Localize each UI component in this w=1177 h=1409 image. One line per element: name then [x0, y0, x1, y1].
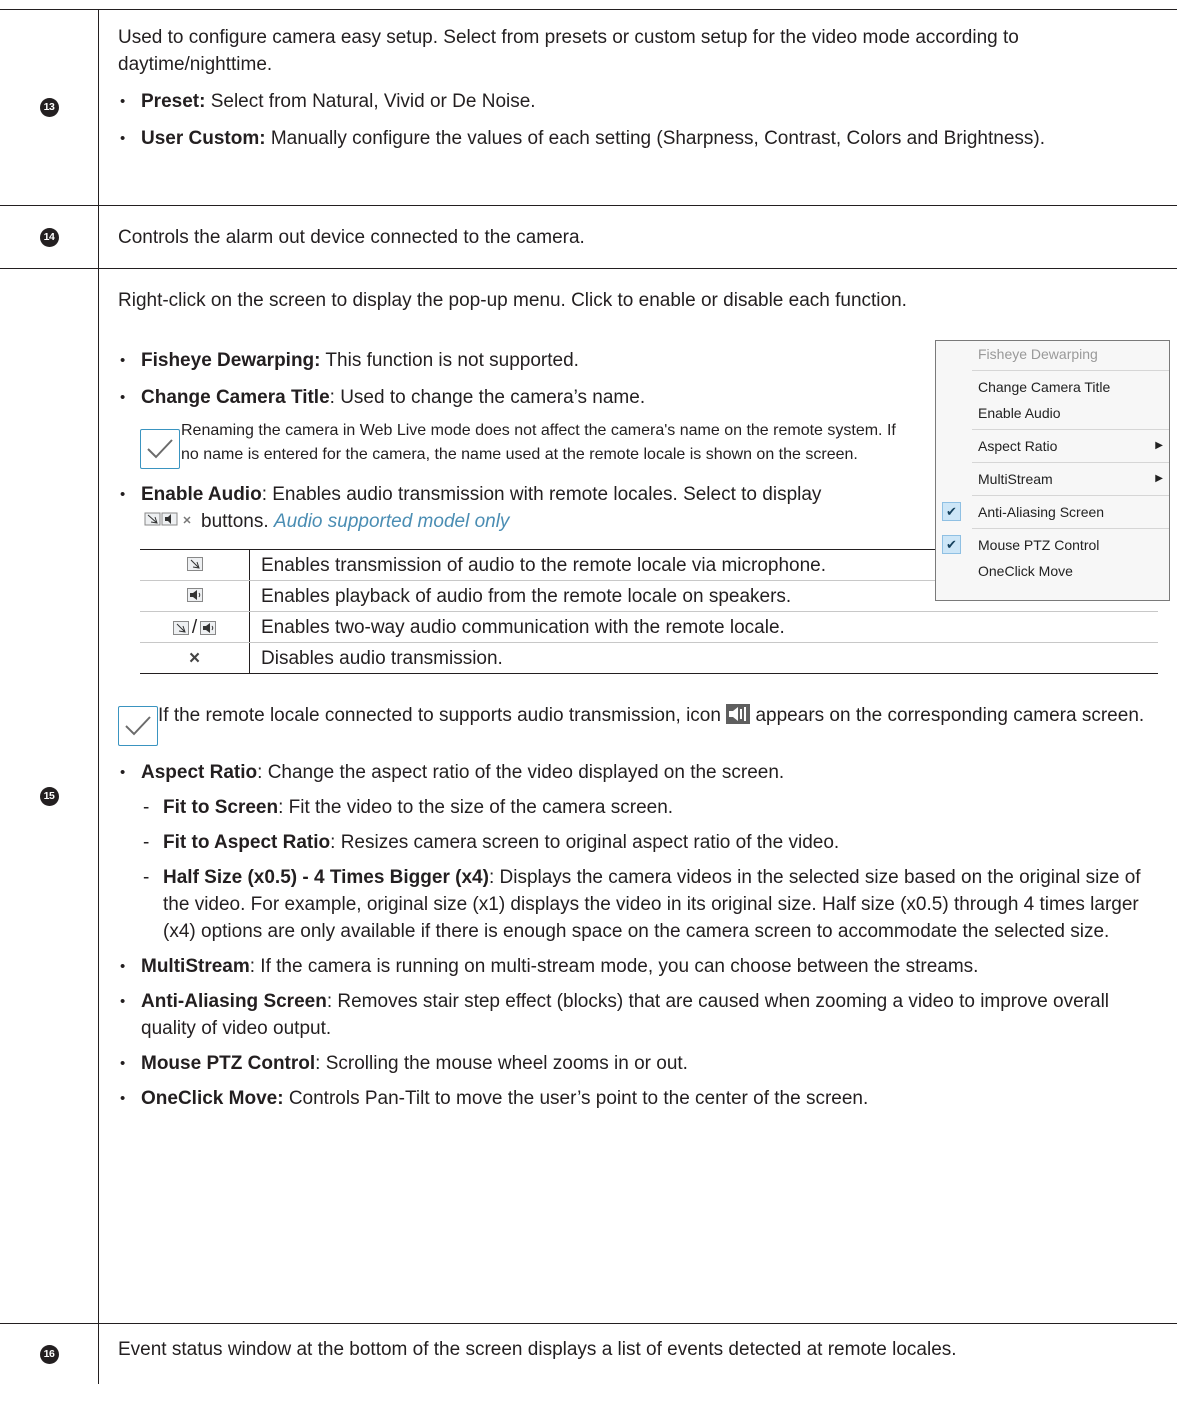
table-row: 14 Controls the alarm out device connect… [0, 206, 1177, 269]
bullet-term: Fit to Screen [163, 797, 279, 819]
microphone-icon [140, 549, 250, 582]
row-text: Controls the alarm out device connected … [118, 226, 585, 248]
feature-table: 13 Used to configure camera easy setup. … [0, 9, 1177, 1384]
bullet-mouse-ptz: Mouse PTZ Control: Scrolling the mouse w… [118, 1050, 1159, 1077]
check-icon: ✔ [942, 502, 961, 521]
bullet-text: : Fit the video to the size of the camer… [278, 797, 674, 819]
bullet-term: Fisheye Dewarping: [141, 350, 321, 371]
row-content: Used to configure camera easy setup. Sel… [99, 10, 1177, 205]
menu-item-aspect-ratio: Aspect Ratio ▶ [936, 433, 1169, 459]
row-number-badge: 13 [39, 98, 59, 117]
bullet-text: buttons. [201, 511, 269, 532]
bullet-term: User Custom: [141, 128, 266, 149]
audio-speaker-icon [726, 704, 751, 725]
bullet-term: Aspect Ratio [141, 762, 258, 784]
row-number-badge: 15 [39, 786, 59, 806]
table-row: 13 Used to configure camera easy setup. … [0, 10, 1177, 206]
row-content: Right-click on the screen to display the… [99, 269, 1177, 1323]
table-row: 15 Right-click on the screen to display … [0, 269, 1177, 1324]
menu-item-label: OneClick Move [978, 563, 1073, 579]
audio-buttons-illustration [144, 508, 198, 535]
menu-item-anti-aliasing: ✔ Anti-Aliasing Screen [936, 499, 1169, 525]
bullet-text: : Resizes camera screen to original aspe… [330, 832, 840, 854]
sub-bullet-fit-aspect: Fit to Aspect Ratio: Resizes camera scre… [118, 829, 1159, 856]
slash-separator: / [191, 616, 198, 638]
menu-separator [972, 462, 1169, 463]
note-rename: Renaming the camera in Web Live mode doe… [140, 419, 903, 469]
table-cell: Disables audio transmission. [261, 647, 503, 669]
row-text: Event status window at the bottom of the… [118, 1339, 957, 1360]
row-number-cell: 14 [0, 206, 99, 268]
bullet-text: : Change the aspect ratio of the video d… [257, 762, 785, 784]
row-content: Controls the alarm out device connected … [99, 206, 1177, 268]
bullet-aspect-ratio: Aspect Ratio: Change the aspect ratio of… [118, 759, 1159, 786]
menu-separator [972, 429, 1169, 430]
bullet-term: Change Camera Title [141, 387, 330, 408]
note-text: Renaming the camera in Web Live mode doe… [181, 422, 896, 463]
bullet-term: OneClick Move: [141, 1088, 284, 1110]
note-text: If the remote locale connected to suppor… [158, 702, 1159, 729]
bullet-term: Anti-Aliasing Screen [141, 991, 327, 1013]
bullet-user-custom: User Custom: Manually configure the valu… [118, 125, 1159, 152]
bullet-oneclick: OneClick Move: Controls Pan-Tilt to move… [118, 1085, 1159, 1112]
model-note: Audio supported model only [273, 511, 510, 532]
check-icon: ✔ [942, 535, 961, 554]
menu-item-label: MultiStream [978, 471, 1053, 487]
bullet-text: This function is not supported. [320, 350, 579, 371]
row-content: Event status window at the bottom of the… [99, 1324, 1177, 1384]
menu-item-mouse-ptz: ✔ Mouse PTZ Control [936, 532, 1169, 558]
bullet-text: : Enables audio transmission with remote… [261, 484, 822, 505]
menu-item-oneclick: OneClick Move [936, 558, 1169, 584]
menu-item-label: Aspect Ratio [978, 438, 1058, 454]
row-number-badge: 14 [39, 227, 59, 247]
microphone-speaker-icon: / [140, 611, 250, 644]
table-row: / Enables two-way audio communication wi… [140, 611, 1158, 644]
bullet-term: Preset: [141, 91, 206, 112]
note-audio-icon: If the remote locale connected to suppor… [118, 702, 1159, 747]
check-note-icon [140, 429, 180, 469]
menu-separator [972, 495, 1169, 496]
bullet-fisheye: Fisheye Dewarping: This function is not … [118, 347, 1159, 374]
table-row: 16 Event status window at the bottom of … [0, 1324, 1177, 1384]
submenu-arrow-icon: ▶ [1155, 473, 1163, 484]
bullet-text: Controls Pan-Tilt to move the user’s poi… [283, 1088, 869, 1110]
bullet-text: : Used to change the camera’s name. [329, 387, 646, 408]
speaker-icon [140, 580, 250, 613]
check-note-icon [118, 706, 158, 747]
bullet-term: Mouse PTZ Control [141, 1053, 316, 1075]
bullet-preset: Preset: Select from Natural, Vivid or De… [118, 88, 1159, 115]
bullet-term: Half Size (x0.5) - 4 Times Bigger (x4) [163, 867, 489, 889]
row-number-cell: 15 [0, 269, 99, 1323]
bullet-text: Manually configure the values of each se… [265, 128, 1045, 149]
menu-item-label: Mouse PTZ Control [978, 537, 1100, 553]
submenu-arrow-icon: ▶ [1155, 440, 1163, 451]
row-number-badge: 16 [39, 1344, 59, 1364]
bullet-text: : If the camera is running on multi-stre… [249, 956, 979, 978]
bullet-term: Fit to Aspect Ratio [163, 832, 331, 854]
bullet-term: Enable Audio [141, 484, 262, 505]
note-text-part: If the remote locale connected to suppor… [158, 705, 721, 727]
bullet-multistream: MultiStream: If the camera is running on… [118, 953, 1159, 980]
row-intro: Right-click on the screen to display the… [118, 290, 907, 311]
bullet-enable-audio: Enable Audio: Enables audio transmission… [118, 481, 881, 535]
row-intro: Used to configure camera easy setup. Sel… [118, 27, 1019, 75]
bullet-text: Select from Natural, Vivid or De Noise. [205, 91, 536, 112]
row-number-cell: 16 [0, 1324, 99, 1384]
close-icon: × [140, 642, 250, 674]
bullet-change-title: Change Camera Title: Used to change the … [118, 384, 1159, 411]
table-row: × Disables audio transmission. [140, 642, 1158, 674]
close-glyph: × [188, 647, 201, 669]
bullet-term: MultiStream [141, 956, 250, 978]
table-cell: Enables two-way audio communication with… [249, 611, 1158, 644]
menu-item-multistream: MultiStream ▶ [936, 466, 1169, 492]
sub-bullet-half-size: Half Size (x0.5) - 4 Times Bigger (x4): … [118, 864, 1159, 945]
bullet-text: : Scrolling the mouse wheel zooms in or … [315, 1053, 688, 1075]
menu-item-label: Anti-Aliasing Screen [978, 504, 1105, 520]
context-menu-illustration: Fisheye Dewarping Change Camera Title En… [935, 340, 1170, 601]
sub-bullet-fit-screen: Fit to Screen: Fit the video to the size… [118, 794, 1159, 821]
note-text-part: appears on the corresponding camera scre… [755, 705, 1145, 727]
row-number-cell: 13 [0, 10, 99, 205]
menu-separator [972, 528, 1169, 529]
bullet-anti-aliasing: Anti-Aliasing Screen: Removes stair step… [118, 988, 1159, 1042]
